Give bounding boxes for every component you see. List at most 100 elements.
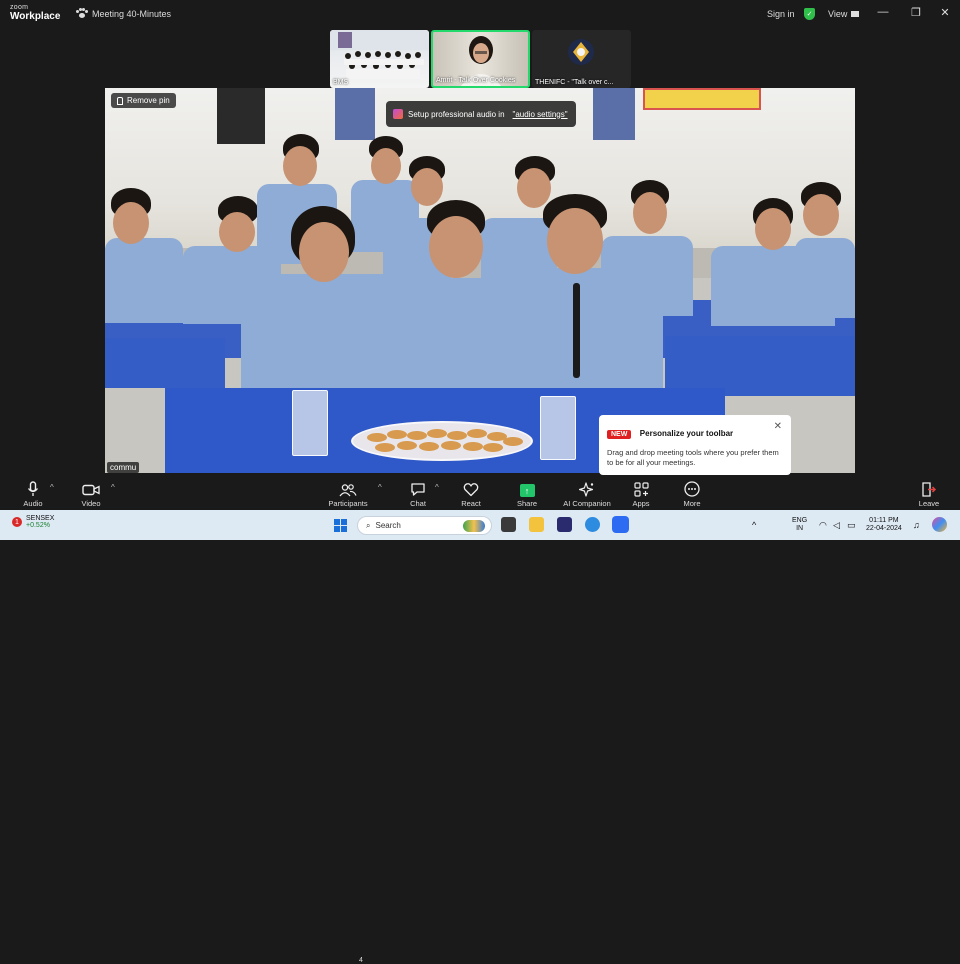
chat-label: Chat: [410, 499, 426, 508]
minimize-button[interactable]: —: [876, 6, 890, 18]
edge-browser-icon[interactable]: [585, 517, 600, 532]
participants-label: Participants: [328, 499, 368, 508]
participants-button[interactable]: Participants: [318, 479, 378, 508]
heart-icon: [463, 479, 479, 497]
chat-options-caret[interactable]: ^: [435, 483, 439, 492]
participants-options-caret[interactable]: ^: [378, 483, 382, 492]
tooltip-body: Drag and drop meeting tools where you pr…: [607, 448, 779, 468]
speaker-name-label: commu: [107, 462, 140, 473]
remove-pin-button[interactable]: Remove pin: [111, 93, 176, 108]
sparkle-icon: [579, 479, 595, 497]
search-placeholder: Search: [375, 521, 401, 530]
more-dots-icon: [684, 479, 700, 497]
participant-tile-active[interactable]: Amrit - Talk Over Cookies: [431, 30, 530, 88]
search-icon: ⌕: [366, 520, 371, 530]
speaker-icon[interactable]: ◁: [833, 520, 840, 531]
file-explorer-icon[interactable]: [529, 517, 544, 532]
audio-app-icon: [393, 109, 403, 119]
audio-label: Audio: [23, 499, 43, 508]
personalize-toolbar-tooltip: NEW Personalize your toolbar Drag and dr…: [599, 415, 791, 479]
speaker-box: [217, 88, 265, 144]
battery-icon[interactable]: ▭: [847, 520, 856, 531]
remove-pin-label: Remove pin: [127, 96, 170, 105]
participant-strip: BMS Amrit - Talk Over Cookies THENIFC - …: [330, 30, 631, 88]
microphone: [573, 283, 580, 378]
share-button[interactable]: ↑ Share: [497, 479, 557, 508]
meeting-toolbar: Audio ^ Video ^ Participants 4 ^ Chat ^ …: [0, 475, 960, 964]
stock-change: +0.52%: [26, 522, 50, 529]
restore-button[interactable]: ❐: [909, 6, 923, 19]
chat-button[interactable]: Chat: [388, 479, 448, 508]
audio-options-caret[interactable]: ^: [50, 483, 54, 492]
tray-overflow-caret[interactable]: ^: [752, 520, 756, 530]
audio-button[interactable]: Audio: [3, 479, 63, 508]
wifi-icon[interactable]: ◠: [819, 520, 827, 531]
task-view-icon[interactable]: [501, 517, 516, 532]
stock-alert-badge: 1: [12, 517, 22, 527]
chat-bubble-icon: [410, 479, 426, 497]
react-button[interactable]: React: [441, 479, 501, 508]
close-window-button[interactable]: ✕: [938, 6, 952, 19]
audio-banner-text: Setup professional audio in: [408, 109, 505, 119]
search-highlight-icon: [463, 519, 485, 532]
language-code: ENG: [792, 517, 808, 524]
share-label: Share: [516, 499, 537, 508]
meeting-info[interactable]: Meeting 40-Minutes: [76, 8, 171, 19]
water-glass: [540, 396, 576, 460]
react-label: React: [461, 499, 481, 508]
people-icon: [339, 479, 357, 497]
stock-widget[interactable]: 1 SENSEX +0.52%: [12, 515, 54, 529]
participant-name: BMS: [333, 79, 349, 86]
input-language[interactable]: ENG IN: [792, 517, 807, 534]
signin-link[interactable]: Sign in: [767, 9, 795, 19]
logo-line1: zoom: [10, 4, 29, 11]
view-label: View: [828, 9, 848, 19]
share-screen-icon: ↑: [519, 484, 535, 497]
zoom-app-icon[interactable]: [612, 516, 629, 533]
cookie-plate: [351, 421, 533, 461]
windows-start-icon[interactable]: [334, 519, 347, 532]
ai-companion-button[interactable]: AI Companion: [557, 479, 617, 508]
tooltip-title: Personalize your toolbar: [639, 429, 734, 438]
participant-tile[interactable]: THENIFC - "Talk over c...: [532, 30, 631, 88]
store-icon[interactable]: [557, 517, 572, 532]
video-label: Video: [81, 499, 101, 508]
video-options-caret[interactable]: ^: [111, 483, 115, 492]
more-button[interactable]: More: [662, 479, 722, 508]
wall-poster: [643, 88, 761, 110]
participant-name: Amrit - Talk Over Cookies: [436, 77, 516, 84]
audio-settings-link[interactable]: "audio settings": [513, 110, 568, 119]
notification-bell-icon[interactable]: ♫: [913, 520, 920, 530]
logo-line2: Workplace: [10, 11, 61, 22]
participant-name: THENIFC - "Talk over c...: [535, 79, 614, 86]
audio-settings-banner: Setup professional audio in "audio setti…: [386, 101, 576, 127]
title-bar: zoom Workplace Meeting 40-Minutes Sign i…: [0, 0, 960, 28]
ai-companion-label: AI Companion: [563, 499, 611, 508]
participant-tile[interactable]: BMS: [330, 30, 429, 88]
region-code: IN: [796, 525, 804, 533]
clock-time: 01:11 PM: [869, 517, 899, 524]
microphone-icon: [27, 479, 39, 497]
view-grid-icon: [851, 11, 860, 17]
water-glass: [292, 390, 328, 456]
leave-door-icon: [921, 479, 937, 497]
participants-count: 4: [359, 957, 363, 964]
taskbar-search[interactable]: ⌕ Search: [357, 516, 492, 535]
pin-icon: [117, 96, 123, 105]
apps-label: Apps: [632, 499, 650, 508]
zoom-logo: zoom Workplace: [10, 4, 60, 22]
leave-button[interactable]: Leave: [899, 479, 959, 508]
more-label: More: [683, 499, 701, 508]
shield-check-icon[interactable]: ✓: [804, 8, 815, 20]
video-camera-icon: [82, 479, 100, 497]
paw-icon: [76, 8, 88, 19]
os-taskbar: 1 SENSEX +0.52% ⌕ Search ^ ENG IN ◠ ◁ ▭ …: [0, 510, 960, 540]
clock-date: 22-04-2024: [866, 525, 902, 533]
new-badge: NEW: [607, 430, 632, 439]
copilot-icon[interactable]: [932, 517, 947, 532]
stock-name: SENSEX: [26, 515, 55, 522]
close-icon[interactable]: ✕: [774, 421, 782, 432]
clock[interactable]: 01:11 PM 22-04-2024: [866, 517, 902, 534]
meeting-title: Meeting 40-Minutes: [92, 8, 172, 19]
view-button[interactable]: View: [828, 9, 860, 19]
